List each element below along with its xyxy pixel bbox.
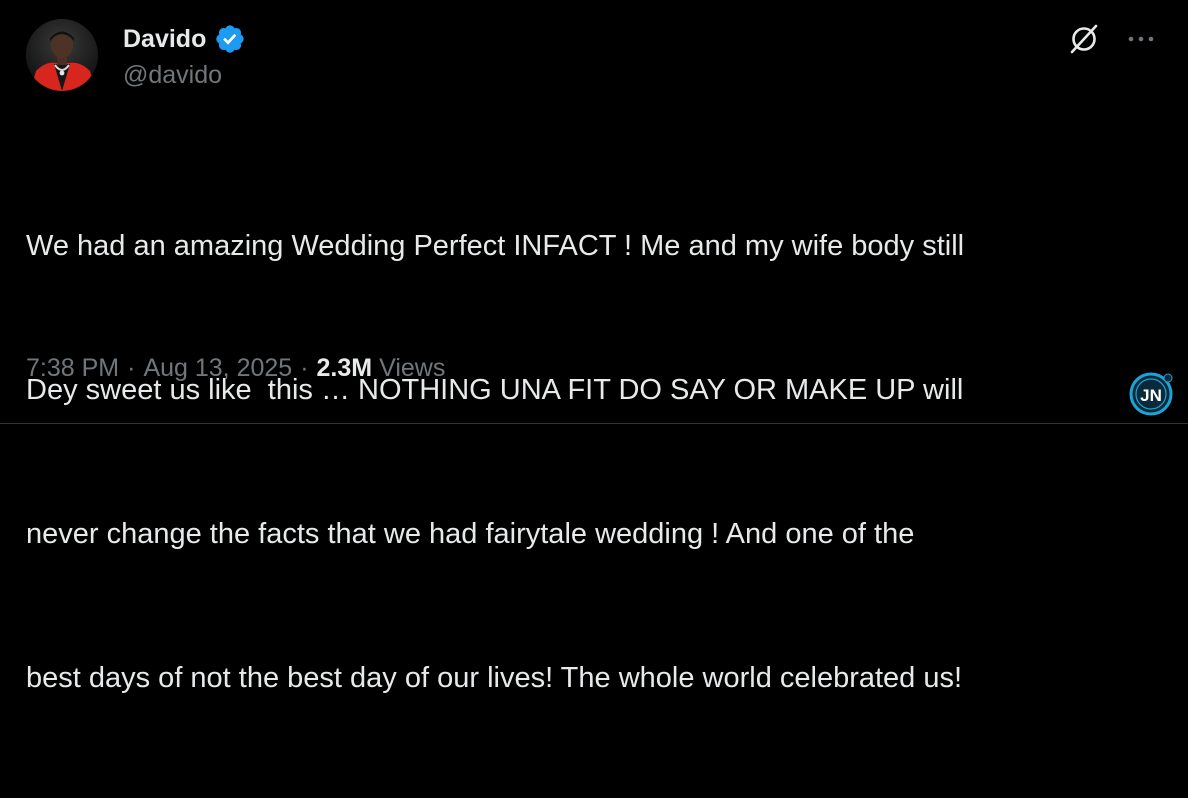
jn-logo: JN [1128, 371, 1174, 417]
tweet[interactable]: Davido @davido We had an amazing Wedding… [0, 0, 1188, 694]
meta-separator: · [300, 354, 309, 382]
tweet-text: We had an amazing Wedding Perfect INFACT… [26, 126, 1176, 798]
meta-separator: · [127, 354, 136, 382]
divider [0, 423, 1188, 424]
tweet-time[interactable]: 7:38 PM [26, 354, 119, 383]
author-name-row: Davido [123, 22, 246, 56]
avatar-image [26, 19, 98, 91]
grok-icon[interactable] [1066, 21, 1102, 57]
tweet-meta: 7:38 PM · Aug 13, 2025 · 2.3M Views [26, 354, 445, 383]
author-display-name[interactable]: Davido [123, 25, 206, 54]
tweet-text-line: best days of not the best day of our liv… [26, 662, 963, 694]
views-label: Views [379, 354, 446, 382]
tweet-text-line: never change the facts that we had fairy… [26, 518, 915, 550]
tweet-date[interactable]: Aug 13, 2025 [143, 354, 292, 383]
author-handle[interactable]: @davido [123, 61, 222, 90]
more-options-icon[interactable] [1123, 22, 1159, 56]
avatar[interactable] [26, 19, 98, 91]
views-count[interactable]: 2.3M [317, 354, 373, 383]
tweet-text-line: We had an amazing Wedding Perfect INFACT… [26, 230, 965, 262]
watermark-label: JN [1140, 386, 1162, 405]
verified-badge-icon[interactable] [214, 23, 246, 55]
